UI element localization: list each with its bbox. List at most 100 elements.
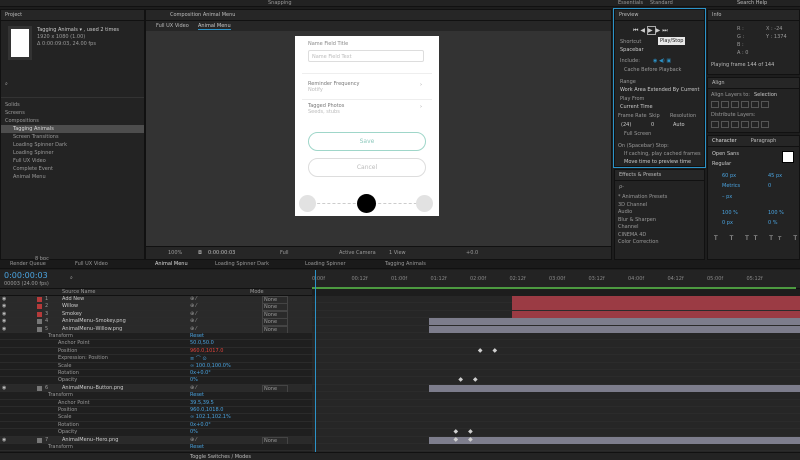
vertical-scale[interactable]: 100 % — [722, 210, 738, 216]
text-style-buttons[interactable]: T T TT Tт T¹ T₁ — [714, 235, 800, 242]
property-value[interactable]: ≡ ⌒ ⊙ — [190, 355, 207, 362]
tab-character[interactable]: Character — [712, 138, 737, 144]
horizontal-scale[interactable]: 100 % — [768, 210, 784, 216]
distribute-buttons[interactable] — [711, 121, 771, 128]
camera-icon[interactable]: ◘ — [198, 250, 202, 256]
label-color[interactable] — [37, 297, 42, 302]
quality-select[interactable]: Full — [280, 250, 289, 256]
project-item[interactable]: Solids — [1, 101, 144, 109]
project-item[interactable]: Tagging Animals — [1, 125, 144, 133]
search-help-input[interactable]: Search Help — [737, 0, 767, 6]
layer-switches[interactable]: ⊕ ⁄ — [190, 296, 197, 302]
layer-row[interactable]: ◉ 4 AnimalMenu–Smokey.png None ⊕ ⁄ — [0, 318, 312, 327]
effects-category[interactable]: Audio — [618, 209, 704, 217]
stop-option-move[interactable]: Move time to preview time — [624, 159, 691, 165]
eye-icon[interactable]: ◉ — [2, 318, 6, 324]
project-item[interactable]: Animal Menu — [1, 173, 144, 181]
effects-category[interactable]: CINEMA 4D — [618, 232, 704, 240]
keyframe-icon[interactable]: ◆ — [454, 436, 459, 443]
property-value[interactable]: 0% — [190, 377, 198, 383]
eye-icon[interactable]: ◉ — [2, 437, 6, 443]
layer-duration-bar[interactable] — [512, 296, 800, 303]
property-name[interactable]: Position — [58, 407, 77, 413]
property-name[interactable]: Position — [58, 348, 77, 354]
property-value[interactable]: Reset — [190, 392, 204, 398]
range-select[interactable]: Work Area Extended By Current — [620, 87, 699, 93]
keyframe-icon[interactable]: ◆ — [478, 347, 483, 354]
layer-duration-bar[interactable] — [512, 303, 800, 311]
timeline-tab[interactable]: Loading Spinner — [305, 261, 346, 267]
project-item[interactable]: Loading Spinner — [1, 149, 144, 157]
timeline-tab[interactable]: Animal Menu — [155, 261, 188, 267]
property-row[interactable]: Anchor Point 50.0,50.0 — [0, 340, 312, 348]
eye-icon[interactable]: ◉ — [2, 326, 6, 332]
layer-switches[interactable]: ⊕ ⁄ — [190, 437, 197, 443]
layer-row[interactable]: ◉ 3 Smokey None ⊕ ⁄ — [0, 310, 312, 319]
label-color[interactable] — [37, 385, 42, 391]
property-row[interactable]: Scale ∞ 100.0,100.0% — [0, 362, 312, 370]
layer-name[interactable]: Smokey — [62, 311, 82, 317]
layer-name[interactable]: AnimalMenu–Willow.png — [62, 326, 122, 332]
shortcut-select[interactable]: Spacebar — [620, 47, 644, 53]
property-row[interactable]: Scale ∞ 102.1,102.1% — [0, 414, 312, 422]
project-item[interactable]: Full UX Video — [1, 157, 144, 165]
property-row[interactable]: Expression: Position ≡ ⌒ ⊙ — [0, 355, 312, 363]
layer-duration-bar[interactable] — [512, 310, 800, 318]
property-name[interactable]: Anchor Point — [58, 340, 90, 346]
keyframe-icon[interactable]: ◆ — [493, 347, 498, 354]
layer-switches[interactable]: ⊕ ⁄ — [190, 385, 197, 391]
label-color[interactable] — [37, 319, 42, 325]
property-name[interactable]: Scale — [58, 414, 71, 420]
baseline-shift[interactable]: 0 px — [722, 220, 733, 226]
property-value[interactable]: Reset — [190, 444, 204, 450]
property-value[interactable]: 0% — [190, 429, 198, 435]
property-value[interactable]: 0x+0.0° — [190, 422, 211, 428]
include-icons[interactable]: ◉ ◀) ▣ — [653, 58, 671, 64]
chevron-right-icon[interactable]: › — [420, 104, 422, 110]
layer-name[interactable]: AnimalMenu–Button.png — [62, 385, 123, 391]
effects-search-input[interactable]: ρ- — [619, 184, 624, 190]
timeline-tab[interactable]: Loading Spinner Dark — [215, 261, 269, 267]
keyframe-icon[interactable]: ◆ — [468, 436, 473, 443]
layer-duration-bar[interactable] — [429, 318, 800, 326]
property-row[interactable]: Opacity 0% — [0, 377, 312, 385]
leading[interactable]: 45 px — [768, 173, 782, 179]
resolution-select[interactable]: Auto — [673, 122, 685, 128]
effects-category[interactable]: Channel — [618, 224, 704, 232]
layer-name[interactable]: AnimalMenu–Smokey.png — [62, 318, 126, 324]
align-to-select[interactable]: Selection — [754, 92, 777, 98]
font-select[interactable]: Open Sans — [712, 151, 739, 157]
label-color[interactable] — [37, 326, 42, 332]
property-row[interactable]: Transform Reset — [0, 444, 312, 452]
property-name[interactable]: Opacity — [58, 377, 77, 383]
property-row[interactable]: Rotation 0x+0.0° — [0, 421, 312, 430]
label-color[interactable] — [37, 304, 42, 310]
time-display[interactable]: 0:00:00:03 — [208, 250, 235, 256]
project-item[interactable]: Screen Transitions — [1, 133, 144, 141]
project-item[interactable]: Screens — [1, 109, 144, 117]
property-value[interactable]: ∞ 100.0,100.0% — [190, 363, 231, 369]
play-from-select[interactable]: Current Time — [620, 104, 653, 110]
project-item[interactable]: Loading Spinner Dark — [1, 141, 144, 149]
layer-name[interactable]: Add New — [62, 296, 84, 302]
stroke-width[interactable]: – px — [722, 194, 732, 200]
view-select[interactable]: 1 View — [389, 250, 406, 256]
eye-icon[interactable]: ◉ — [2, 311, 6, 317]
layer-name[interactable]: Willow — [62, 303, 78, 309]
align-buttons[interactable] — [711, 101, 771, 108]
property-name[interactable]: Transform — [48, 392, 73, 398]
name-field-input[interactable]: Name Field Text — [308, 50, 424, 62]
property-value[interactable]: Reset — [190, 333, 204, 339]
property-value[interactable]: ∞ 102.1,102.1% — [190, 414, 231, 420]
center-circle[interactable] — [357, 194, 376, 213]
property-row[interactable]: Transform Reset — [0, 392, 312, 400]
framerate-select[interactable]: (24) — [621, 122, 631, 128]
timeline-tab[interactable]: Full UX Video — [75, 261, 108, 267]
property-value[interactable]: 960.0,1017.0 — [190, 348, 223, 354]
layer-row[interactable]: ◉ 5 AnimalMenu–Willow.png None ⊕ ⁄ — [0, 325, 312, 334]
work-area-bar[interactable] — [312, 287, 796, 289]
comp-tab-animal-menu[interactable]: Animal Menu — [198, 23, 231, 30]
project-item[interactable]: Complete Event — [1, 165, 144, 173]
project-search-icon[interactable]: ⌕ — [5, 81, 8, 87]
property-value[interactable]: 0x+0.0° — [190, 370, 211, 376]
